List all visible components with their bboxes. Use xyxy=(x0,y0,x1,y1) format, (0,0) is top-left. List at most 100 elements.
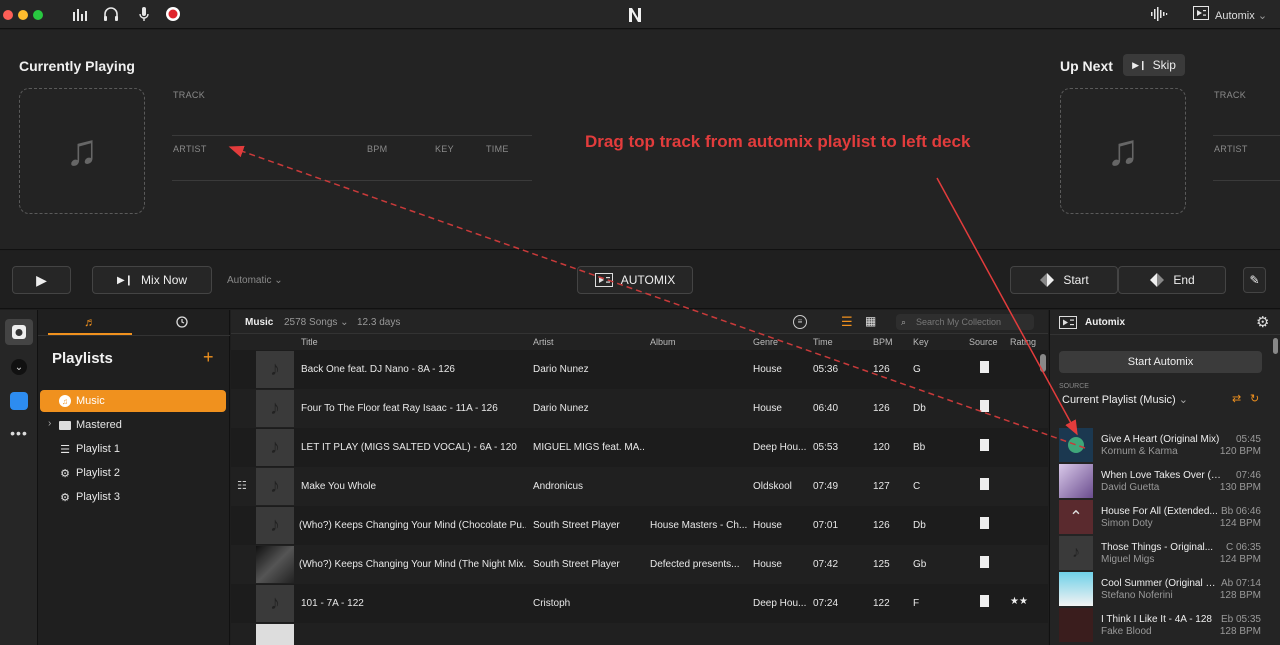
rail-expand-button[interactable]: ⌄ xyxy=(5,354,33,380)
row-rating[interactable]: ★★ xyxy=(1010,596,1040,607)
gear-icon[interactable]: ⚙ xyxy=(1256,313,1269,331)
col-rating[interactable]: Rating xyxy=(1010,337,1036,347)
finder-icon xyxy=(10,392,28,410)
row-time: 07:24 xyxy=(813,598,839,609)
file-source-icon xyxy=(980,439,989,451)
automix-menu[interactable]: Automix ⌄ xyxy=(1215,9,1267,22)
right-divider-2 xyxy=(1213,180,1280,181)
search-input[interactable]: ⌕ Search My Collection xyxy=(896,314,1034,330)
automix-scrollbar[interactable] xyxy=(1273,338,1278,354)
play-button[interactable]: ▶ xyxy=(12,266,71,294)
file-source-icon xyxy=(980,595,989,607)
row-key: F xyxy=(913,598,920,609)
row-bpm: 122 xyxy=(873,598,890,609)
automix-queue-item[interactable]: I Think I Like It - 4A - 128 Fake Blood … xyxy=(1050,608,1280,644)
col-title[interactable]: Title xyxy=(301,337,318,347)
table-row[interactable]: ♪ 101 - 7A - 122 Cristoph Deep Hou... 07… xyxy=(231,584,1048,623)
rail-finder-button[interactable] xyxy=(5,388,33,414)
repeat-icon[interactable]: ↻ xyxy=(1250,392,1259,405)
list-view-icon[interactable]: ☰ xyxy=(841,314,853,330)
automix-panel-title: Automix xyxy=(1085,317,1125,328)
row-time: 06:40 xyxy=(813,403,839,414)
row-key: Db xyxy=(913,403,926,414)
col-genre[interactable]: Genre xyxy=(753,337,778,347)
queue-item-bpm: 130 BPM xyxy=(1219,482,1261,493)
tab-playlists[interactable]: ♬ xyxy=(48,310,132,334)
track-artwork-image xyxy=(256,624,294,645)
microphone-icon[interactable] xyxy=(135,6,153,24)
automix-queue-item[interactable]: ⌃ House For All (Extended... Simon Doty … xyxy=(1050,500,1280,536)
rail-more-button[interactable]: ••• xyxy=(5,420,33,446)
left-divider-1 xyxy=(172,135,532,136)
skip-button[interactable]: ▶❙ Skip xyxy=(1123,54,1185,76)
automix-mode-icon[interactable] xyxy=(1192,6,1210,24)
start-button[interactable]: Start xyxy=(1010,266,1118,294)
row-genre: Oldskool xyxy=(753,481,792,492)
automix-queue-item[interactable]: Cool Summer (Original D... Stefano Nofer… xyxy=(1050,572,1280,608)
row-time: 07:01 xyxy=(813,520,839,531)
right-artist-label: ARTIST xyxy=(1214,144,1248,154)
edit-button[interactable]: ✎ xyxy=(1243,267,1266,293)
headphones-icon[interactable] xyxy=(102,6,120,24)
mix-mode-dropdown[interactable]: Automatic ⌄ xyxy=(227,275,283,286)
sidebar-item-music[interactable]: ♫ Music xyxy=(40,390,226,412)
right-deck-artwork[interactable]: ♫ xyxy=(1060,88,1186,214)
sidebar-item-label: Playlist 2 xyxy=(76,467,121,479)
table-row[interactable]: ♪ Four To The Floor feat Ray Isaac - 11A… xyxy=(231,389,1048,428)
sidebar-item-label: Playlist 3 xyxy=(76,491,121,503)
table-row[interactable]: ☷ ♪ Make You Whole Andronicus Oldskool 0… xyxy=(231,467,1048,506)
col-bpm[interactable]: BPM xyxy=(873,337,893,347)
automix-queue-item[interactable]: Give A Heart (Original Mix) Kornum & Kar… xyxy=(1050,428,1280,464)
waveform-icon[interactable] xyxy=(1150,6,1168,24)
shuffle-icon[interactable]: ⇄ xyxy=(1232,392,1241,405)
left-deck-artwork[interactable]: ♫ xyxy=(19,88,145,214)
automix-queue-item[interactable]: ♪ Those Things - Original... Miguel Migs… xyxy=(1050,536,1280,572)
tab-history[interactable] xyxy=(140,310,224,334)
row-album: Defected presents... xyxy=(650,559,740,570)
filter-icon[interactable]: ≡ xyxy=(793,315,807,329)
col-key[interactable]: Key xyxy=(913,337,929,347)
table-row[interactable]: ♪ Back One feat. DJ Nano - 8A - 126 Dari… xyxy=(231,350,1048,389)
right-divider-1 xyxy=(1213,135,1280,136)
mix-now-button[interactable]: ▶❙ Mix Now xyxy=(92,266,212,294)
source-dropdown[interactable]: Current Playlist (Music) ⌄ xyxy=(1062,393,1188,406)
sidebar-item-playlist-3[interactable]: ⚙ Playlist 3 xyxy=(40,486,226,508)
table-row[interactable]: ♪ LET IT PLAY (MIGS SALTED VOCAL) - 6A -… xyxy=(231,428,1048,467)
col-artist[interactable]: Artist xyxy=(533,337,554,347)
record-icon[interactable] xyxy=(164,6,182,24)
sidebar-item-playlist-2[interactable]: ⚙ Playlist 2 xyxy=(40,462,226,484)
col-album[interactable]: Album xyxy=(650,337,676,347)
start-label: Start xyxy=(1063,273,1089,287)
start-automix-button[interactable]: Start Automix xyxy=(1059,351,1262,373)
search-icon: ⌕ xyxy=(901,317,907,327)
end-button[interactable]: End xyxy=(1118,266,1226,294)
playlists-title: Playlists xyxy=(52,350,113,367)
mixer-icon[interactable] xyxy=(71,6,89,24)
queue-item-title: I Think I Like It - 4A - 128 xyxy=(1101,614,1212,625)
table-row[interactable] xyxy=(231,623,1048,645)
song-count-dropdown[interactable]: 2578 Songs ⌄ xyxy=(284,317,349,328)
row-time: 07:42 xyxy=(813,559,839,570)
col-source[interactable]: Source xyxy=(969,337,998,347)
queue-item-artist: David Guetta xyxy=(1101,482,1160,493)
row-title: Four To The Floor feat Ray Isaac - 11A -… xyxy=(301,403,498,414)
rail-library-button[interactable] xyxy=(5,319,33,345)
close-window-button[interactable] xyxy=(3,10,13,20)
zoom-window-button[interactable] xyxy=(33,10,43,20)
automix-toggle-button[interactable]: AUTOMIX xyxy=(577,266,693,294)
music-icon: ♫ xyxy=(58,394,72,408)
automix-queue-item[interactable]: When Love Takes Over (f... David Guetta … xyxy=(1050,464,1280,500)
row-title: (Who?) Keeps Changing Your Mind (The Nig… xyxy=(299,559,526,570)
table-row[interactable]: ♪ (Who?) Keeps Changing Your Mind (Choco… xyxy=(231,506,1048,545)
grid-view-icon[interactable]: ▦ xyxy=(865,314,876,328)
row-artist: Dario Nunez xyxy=(533,364,589,375)
file-source-icon xyxy=(980,478,989,490)
sidebar-item-playlist-1[interactable]: ☰ Playlist 1 xyxy=(40,438,226,460)
sidebar-item-mastered[interactable]: › Mastered xyxy=(40,414,226,436)
minimize-window-button[interactable] xyxy=(18,10,28,20)
collection-header: Music 2578 Songs ⌄ 12.3 days ≡ ☰ ▦ ⌕ Sea… xyxy=(231,310,1048,334)
col-time[interactable]: Time xyxy=(813,337,833,347)
add-playlist-button[interactable]: + xyxy=(203,347,214,368)
collection-scrollbar[interactable] xyxy=(1040,354,1046,372)
table-row[interactable]: (Who?) Keeps Changing Your Mind (The Nig… xyxy=(231,545,1048,584)
